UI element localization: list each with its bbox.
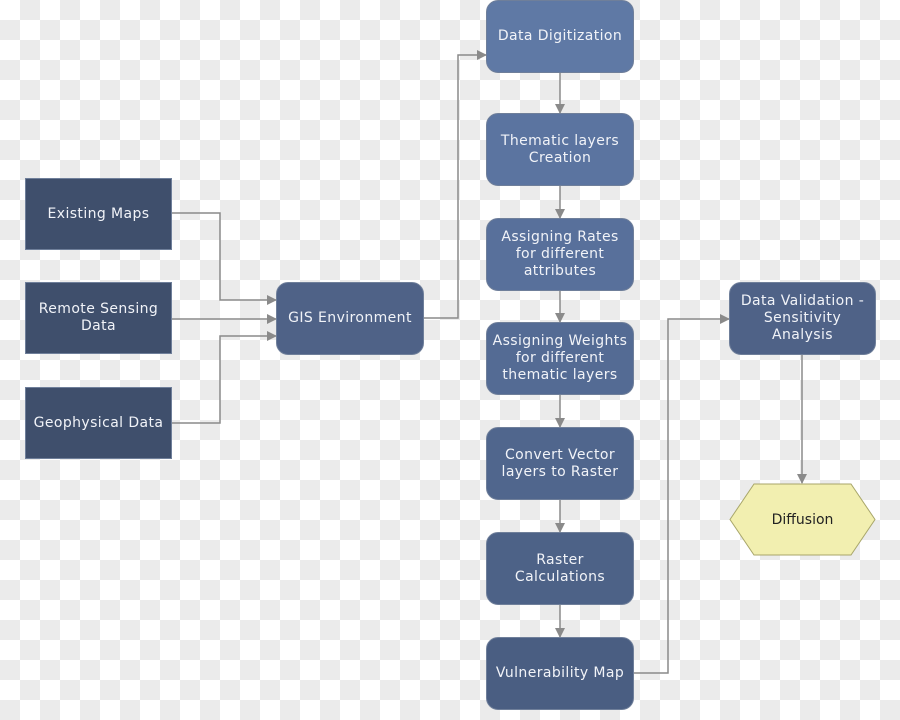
step-thematic-layers: Thematic layers Creation	[486, 113, 634, 186]
input-existing-maps: Existing Maps	[25, 178, 172, 250]
node-label: Assigning Rates for different attributes	[501, 229, 619, 279]
step-assigning-weights: Assigning Weights for different thematic…	[486, 322, 634, 395]
step-convert-vector: Convert Vector layers to Raster	[486, 427, 634, 500]
step-data-digitization: Data Digitization	[486, 0, 634, 73]
step-assigning-rates: Assigning Rates for different attributes	[486, 218, 634, 291]
node-label: Raster Calculations	[514, 551, 606, 585]
connector-gis-digitization	[423, 50, 487, 319]
node-label: Existing Maps	[47, 205, 150, 222]
data-validation-node: Data Validation - Sensitivity Analysis	[729, 282, 876, 355]
input-remote-sensing: Remote Sensing Data	[25, 282, 172, 354]
connector-existing-maps	[172, 212, 277, 305]
node-label: Remote Sensing Data	[38, 301, 159, 334]
node-label: Vulnerability Map	[495, 665, 625, 681]
node-label: GIS Environment	[288, 310, 412, 326]
connectors	[172, 50, 807, 674]
node-label: Data Validation - Sensitivity Analysis	[740, 293, 865, 343]
step-raster-calculations: Raster Calculations	[486, 532, 634, 605]
diffusion-node: Diffusion	[729, 483, 876, 556]
node-label: Thematic layers Creation	[500, 132, 620, 166]
node-label: Convert Vector layers to Raster	[501, 446, 619, 480]
connector-vulnerability-validation	[634, 314, 730, 674]
connector-geophysical	[172, 331, 277, 424]
step-vulnerability-map: Vulnerability Map	[486, 637, 634, 710]
node-label: Data Digitization	[497, 28, 623, 44]
gis-environment-node: GIS Environment	[276, 282, 424, 355]
node-label: Assigning Weights for different thematic…	[492, 333, 628, 383]
node-label: Geophysical Data	[33, 414, 164, 431]
input-geophysical-data: Geophysical Data	[25, 387, 172, 459]
node-label: Diffusion	[771, 511, 834, 528]
